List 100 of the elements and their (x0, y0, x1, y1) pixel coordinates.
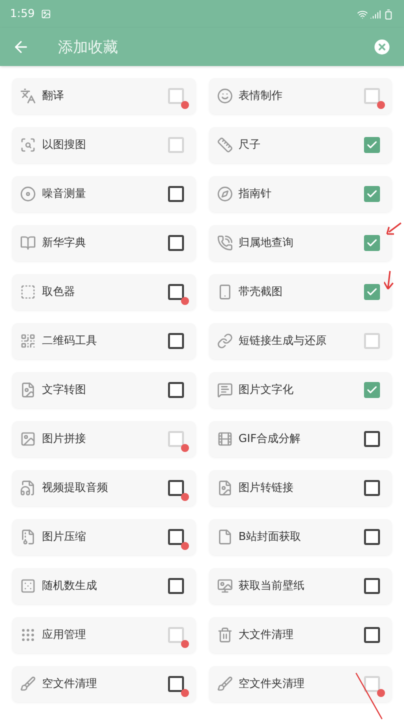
brush-icon (20, 676, 36, 692)
tool-label: 翻译 (42, 88, 65, 104)
checkbox[interactable] (364, 480, 380, 496)
tool-item[interactable]: 尺子 (208, 127, 392, 163)
checkbox[interactable] (364, 137, 380, 153)
smiley-icon (216, 88, 232, 104)
checkbox[interactable] (364, 382, 380, 398)
check-icon (366, 237, 378, 249)
checkbox[interactable] (364, 284, 380, 300)
tool-label: 新华字典 (42, 234, 87, 251)
signal-icon (370, 8, 381, 20)
qr-code-icon (20, 333, 36, 349)
tool-item[interactable]: 图片文字化 (208, 372, 392, 408)
image-file-icon (20, 382, 36, 398)
film-icon (216, 431, 232, 447)
tool-label: 归属地查询 (238, 234, 294, 251)
tool-label: 指南针 (238, 186, 272, 202)
checkbox[interactable] (168, 578, 184, 594)
checkbox[interactable] (168, 333, 184, 349)
checkbox[interactable] (364, 431, 380, 447)
tool-label: 应用管理 (42, 626, 87, 643)
tool-label: B站封面获取 (238, 528, 302, 545)
tool-item[interactable]: 文字转图 (12, 372, 196, 408)
checkbox[interactable] (168, 480, 184, 496)
translate-icon (20, 88, 36, 104)
tool-item[interactable]: 视频提取音频 (12, 470, 196, 506)
annotation-arrow (386, 222, 402, 236)
checkbox[interactable] (168, 284, 184, 300)
annotation-line (354, 672, 384, 720)
check-icon (366, 286, 378, 298)
tool-label: 尺子 (238, 136, 262, 153)
tool-item[interactable]: 随机数生成 (12, 568, 196, 604)
tool-label: GIF合成分解 (238, 430, 302, 447)
check-icon (366, 139, 378, 151)
compass-icon (216, 186, 232, 202)
trash-icon (216, 627, 232, 643)
wifi-icon (357, 8, 368, 20)
tool-label: 短链接生成与还原 (238, 332, 328, 349)
tool-item[interactable]: 归属地查询 (208, 225, 392, 261)
tool-label: 图片拼接 (42, 430, 87, 447)
image-icon (40, 9, 51, 19)
disc-icon (20, 186, 36, 202)
message-icon (216, 382, 232, 398)
tool-label: 图片转链接 (238, 480, 294, 496)
tool-item[interactable]: 新华字典 (12, 225, 196, 261)
tool-item[interactable]: 二维码工具 (12, 323, 196, 359)
tool-item[interactable]: 大文件清理 (208, 617, 392, 653)
check-icon (366, 384, 378, 396)
checkbox[interactable] (364, 186, 380, 202)
ruler-icon (216, 137, 232, 153)
tool-item[interactable]: 指南针 (208, 176, 392, 212)
tool-item[interactable]: 空文件清理 (12, 666, 196, 702)
dice-icon (20, 578, 36, 594)
phone-icon (216, 235, 232, 251)
tool-item[interactable]: 获取当前壁纸 (208, 568, 392, 604)
checkbox[interactable] (168, 529, 184, 545)
checkbox[interactable] (168, 382, 184, 398)
tool-label: 带壳截图 (238, 284, 284, 300)
brush-icon (216, 676, 232, 692)
tool-item[interactable]: GIF合成分解 (208, 421, 392, 457)
checkbox[interactable] (168, 186, 184, 202)
checkbox[interactable] (168, 235, 184, 251)
grid-dots-icon (20, 627, 36, 643)
file-icon (216, 529, 232, 545)
tool-label: 空文件夹清理 (238, 676, 306, 692)
tool-label: 噪音测量 (42, 186, 87, 202)
checkbox[interactable] (364, 235, 380, 251)
wallpaper-icon (216, 578, 232, 594)
audio-file-icon (20, 480, 36, 496)
tool-label: 文字转图 (42, 382, 87, 398)
image-icon (20, 431, 36, 447)
tool-label: 图片压缩 (42, 528, 87, 545)
tool-label: 图片文字化 (238, 382, 294, 398)
tool-label: 取色器 (42, 284, 76, 300)
tool-item[interactable]: 噪音测量 (12, 176, 196, 212)
checkbox[interactable] (364, 529, 380, 545)
image-file-icon (216, 480, 232, 496)
tool-item[interactable]: B站封面获取 (208, 519, 392, 555)
tool-item[interactable]: 带壳截图 (208, 274, 392, 310)
page-title: 添加收藏 (58, 36, 119, 58)
smartphone-icon (216, 284, 232, 300)
dashed-square-icon (20, 284, 36, 300)
tool-label: 表情制作 (238, 88, 284, 104)
tool-label: 二维码工具 (42, 332, 98, 349)
checkbox[interactable] (168, 676, 184, 692)
tool-label: 随机数生成 (42, 578, 98, 594)
tool-label: 获取当前壁纸 (238, 578, 306, 594)
tool-label: 视频提取音频 (42, 480, 109, 496)
checkbox[interactable] (364, 627, 380, 643)
tool-item[interactable]: 图片转链接 (208, 470, 392, 506)
check-icon (366, 188, 378, 200)
status-time: 1:59 (10, 6, 35, 22)
annotation-arrow (384, 270, 394, 290)
book-icon (20, 235, 36, 251)
tool-label: 以图搜图 (42, 136, 87, 153)
archive-file-icon (20, 529, 36, 545)
checkbox[interactable] (364, 578, 380, 594)
tool-item[interactable]: 图片压缩 (12, 519, 196, 555)
image-search-icon (20, 137, 36, 153)
tool-item[interactable]: 取色器 (12, 274, 196, 310)
